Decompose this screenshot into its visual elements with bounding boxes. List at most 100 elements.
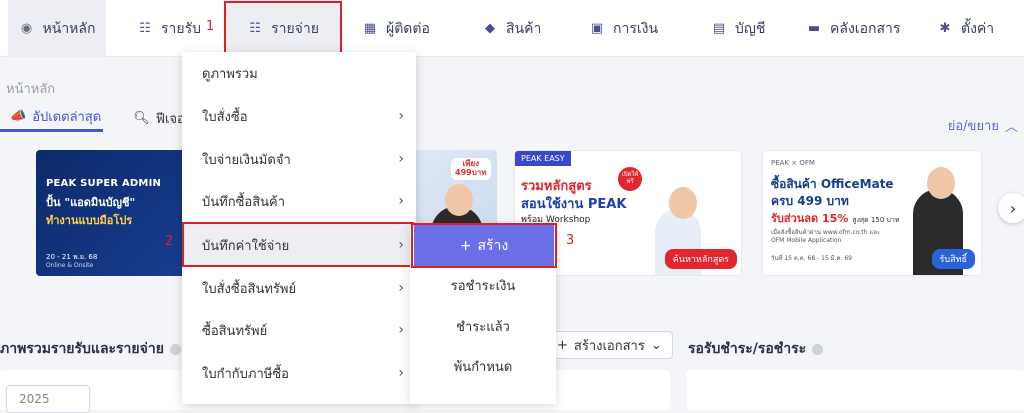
- menu-item-purchase-order[interactable]: ใบสั่งซื้อ ›: [182, 95, 416, 137]
- nav-documents[interactable]: ▬ คลังเอกสาร: [806, 0, 901, 57]
- plus-icon: +: [557, 337, 568, 353]
- nav-income-label: รายรับ: [161, 20, 201, 37]
- banner-title: PEAK SUPER ADMIN: [46, 178, 162, 189]
- annotation-3: 3: [566, 233, 575, 248]
- nav-products-label: สินค้า: [506, 20, 542, 37]
- overview-label: ภาพรวมรายรับและรายจ่าย: [0, 341, 164, 357]
- pending-label: รอรับชำระ/รอชำระ: [688, 341, 807, 357]
- menu-item-label: บันทึกซื้อสินค้า: [202, 194, 286, 210]
- tab-bar: 📣 อัปเดตล่าสุด 🔍︎ ฟีเจอร์: [0, 109, 194, 132]
- menu-item-deposit-payment[interactable]: ใบจ่ายเงินมัดจำ ›: [182, 138, 416, 180]
- claim-button[interactable]: รับสิทธิ์: [931, 249, 975, 269]
- list-icon: ☷: [139, 21, 151, 36]
- ledger-icon: ▤: [712, 21, 726, 36]
- box-icon: ◆: [485, 21, 495, 36]
- search-icon: 🔍︎: [133, 110, 150, 126]
- banner-line: ปั้น "แอดมินบัญชี": [46, 196, 136, 209]
- nav-accounts[interactable]: ▤ บัญชี: [711, 0, 765, 57]
- menu-item-label: ใบสั่งซื้อ: [202, 109, 248, 125]
- dashboard-icon: ◉: [20, 21, 33, 36]
- search-courses-button[interactable]: ค้นหาหลักสูตร: [664, 249, 737, 269]
- menu-item-label: ใบกำกับภาษีซื้อ: [202, 366, 289, 382]
- create-label: สร้าง: [477, 237, 509, 254]
- submenu-item-label: พ้นกำหนด: [453, 359, 513, 375]
- create-document-label: สร้างเอกสาร: [573, 338, 645, 354]
- nav-finance[interactable]: ▣ การเงิน: [589, 0, 658, 57]
- price-badge: เพียง 499บาท: [451, 158, 491, 180]
- chevron-right-icon: ›: [398, 237, 404, 253]
- chevron-right-icon: ›: [398, 151, 404, 167]
- overview-title: ภาพรวมรายรับและรายจ่าย: [0, 338, 181, 360]
- banner-note: เมื่อสั่งซื้อสินค้าผ่าน www.ofm.co.th แล…: [771, 229, 881, 244]
- discount-label: รับส่วนลด 15%: [771, 212, 849, 225]
- megaphone-icon: 📣: [10, 109, 27, 124]
- banner-mode: Online & Onsite: [46, 262, 94, 269]
- chevron-right-icon: ›: [398, 108, 404, 124]
- pending-title: รอรับชำระ/รอชำระ: [688, 338, 824, 360]
- menu-item-label: ดูภาพรวม: [202, 66, 258, 82]
- chevron-right-icon: ›: [398, 322, 404, 338]
- submenu-item-label: ชำระแล้ว: [456, 319, 510, 335]
- nav-accounts-label: บัญชี: [735, 20, 766, 37]
- nav-home-label: หน้าหลัก: [42, 20, 96, 37]
- menu-item-record-purchase[interactable]: บันทึกซื้อสินค้า ›: [182, 180, 416, 222]
- chevron-right-icon: ›: [398, 365, 404, 381]
- nav-home[interactable]: ◉ หน้าหลัก: [8, 0, 106, 57]
- help-icon[interactable]: [169, 343, 181, 355]
- carousel-next-button[interactable]: ›: [998, 193, 1024, 223]
- list-icon: ☷: [249, 21, 261, 36]
- collapse-toggle[interactable]: ย่อ/ขยาย ︿: [948, 115, 1018, 136]
- chevron-right-icon: ›: [398, 193, 404, 209]
- year-value: 2025: [19, 392, 50, 406]
- menu-item-overview[interactable]: ดูภาพรวม: [182, 52, 416, 94]
- folder-icon: ▬: [807, 21, 821, 36]
- banner-discount: รับส่วนลด 15% สูงสุด 150 บาท: [771, 209, 900, 227]
- plus-icon: +: [459, 237, 472, 254]
- chevron-up-icon: ︿: [1004, 120, 1018, 135]
- banner-tag: PEAK EASY: [515, 151, 571, 166]
- tab-updates-label: อัปเดตล่าสุด: [32, 110, 102, 125]
- nav-income[interactable]: ☷ รายรับ: [137, 0, 201, 57]
- menu-item-record-expense[interactable]: บันทึกค่าใช้จ่าย ›: [182, 224, 416, 266]
- money-icon: ▣: [590, 21, 604, 36]
- year-select[interactable]: 2025: [6, 385, 90, 413]
- banner-super-admin[interactable]: PEAK SUPER ADMIN ปั้น "แอดมินบัญชี" ทำงา…: [36, 150, 186, 276]
- nav-contacts-label: ผู้ติดต่อ: [386, 20, 430, 37]
- menu-item-purchase-tax-invoice[interactable]: ใบกำกับภาษีซื้อ ›: [182, 352, 416, 394]
- banner-officemate[interactable]: PEAK × OFM ซื้อสินค้า OfficeMate ครบ 499…: [762, 150, 982, 276]
- submenu-item-overdue[interactable]: พ้นกำหนด: [410, 347, 556, 385]
- banner-date: วันที่ 15 ต.ค. 68 - 15 มี.ค. 69: [771, 255, 852, 262]
- gear-icon: ✱: [939, 21, 951, 36]
- annotation-2: 2: [165, 234, 174, 249]
- pending-card: [686, 370, 1024, 410]
- create-document-button[interactable]: + สร้างเอกสาร ⌄: [546, 331, 673, 359]
- submenu-item-awaiting-payment[interactable]: รอชำระเงิน: [410, 266, 556, 304]
- chevron-down-icon: ⌄: [650, 337, 662, 353]
- discount-max: สูงสุด 150 บาท: [852, 216, 900, 224]
- submenu-item-paid[interactable]: ชำระแล้ว: [410, 307, 556, 345]
- nav-documents-label: คลังเอกสาร: [830, 20, 901, 37]
- nav-contacts[interactable]: ▦ ผู้ติดต่อ: [362, 0, 430, 57]
- nav-settings[interactable]: ✱ ตั้งค่า: [937, 0, 995, 57]
- free-badge: เปิดให้ฟรี: [618, 167, 642, 191]
- help-icon[interactable]: [812, 343, 824, 355]
- top-nav: ◉ หน้าหลัก ☷ รายรับ ☷ รายจ่าย ▦ ผู้ติดต่…: [0, 0, 1024, 57]
- submenu-item-label: รอชำระเงิน: [450, 278, 516, 294]
- menu-item-asset-po[interactable]: ใบสั่งซื้อสินทรัพย์ ›: [182, 267, 416, 309]
- banner-line: ทำงานแบบมือโปร: [46, 214, 133, 227]
- create-expense-button[interactable]: + สร้าง: [414, 225, 554, 266]
- expense-dropdown-menu: ดูภาพรวม ใบสั่งซื้อ › ใบจ่ายเงินมัดจำ › …: [182, 52, 416, 404]
- chevron-right-icon: ›: [398, 280, 404, 296]
- building-icon: ▦: [363, 21, 377, 36]
- menu-item-label: ใบจ่ายเงินมัดจำ: [202, 152, 291, 168]
- nav-expense-label: รายจ่าย: [271, 20, 319, 37]
- tab-updates[interactable]: 📣 อัปเดตล่าสุด: [0, 109, 104, 132]
- breadcrumb: หน้าหลัก: [6, 82, 56, 97]
- banner-heading: สอนใช้งาน PEAK: [521, 197, 627, 212]
- menu-item-buy-asset[interactable]: ซื้อสินทรัพย์ ›: [182, 309, 416, 351]
- menu-item-label: ใบสั่งซื้อสินทรัพย์: [202, 281, 297, 297]
- nav-expense[interactable]: ☷ รายจ่าย: [226, 0, 340, 57]
- annotation-1: 1: [206, 19, 215, 34]
- price-value: 499บาท: [455, 167, 487, 177]
- nav-products[interactable]: ◆ สินค้า: [482, 0, 541, 57]
